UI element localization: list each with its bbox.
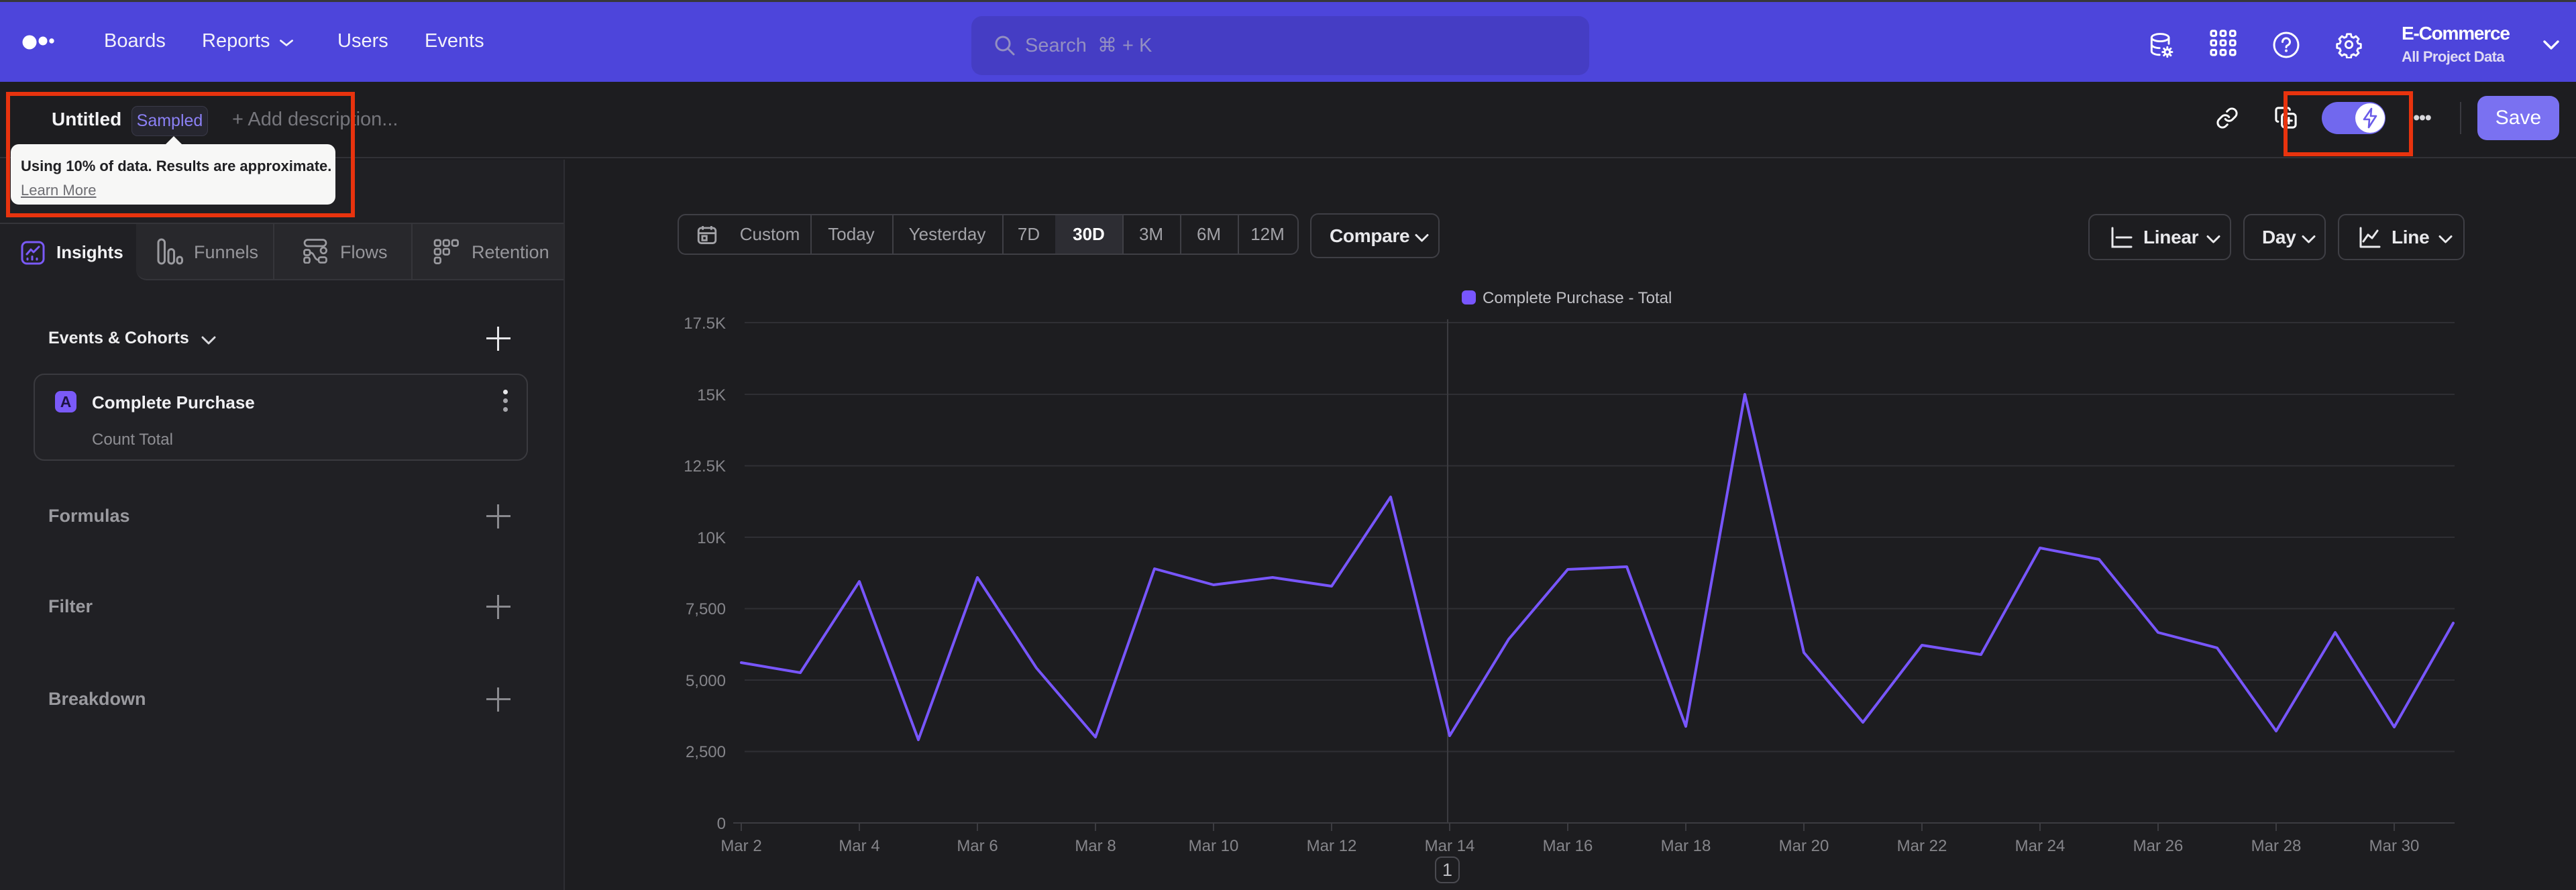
svg-text:Mar 2: Mar 2 xyxy=(720,837,761,855)
svg-text:Mar 14: Mar 14 xyxy=(1425,837,1475,855)
svg-text:7,500: 7,500 xyxy=(686,600,726,618)
svg-text:Mar 20: Mar 20 xyxy=(1779,837,1829,855)
svg-text:Mar 22: Mar 22 xyxy=(1897,837,1947,855)
svg-text:Mar 26: Mar 26 xyxy=(2133,837,2184,855)
svg-text:10K: 10K xyxy=(697,529,726,547)
svg-text:0: 0 xyxy=(717,815,726,833)
svg-text:Mar 12: Mar 12 xyxy=(1307,837,1357,855)
svg-text:Mar 6: Mar 6 xyxy=(957,837,998,855)
svg-text:Mar 8: Mar 8 xyxy=(1075,837,1116,855)
svg-text:Mar 28: Mar 28 xyxy=(2251,837,2302,855)
svg-text:5,000: 5,000 xyxy=(686,672,726,690)
svg-text:Mar 10: Mar 10 xyxy=(1189,837,1239,855)
svg-text:Mar 18: Mar 18 xyxy=(1661,837,1711,855)
svg-text:2,500: 2,500 xyxy=(686,743,726,761)
svg-text:Mar 4: Mar 4 xyxy=(839,837,879,855)
svg-text:15K: 15K xyxy=(697,386,726,404)
svg-text:Mar 16: Mar 16 xyxy=(1543,837,1593,855)
svg-text:Mar 24: Mar 24 xyxy=(2015,837,2065,855)
svg-text:12.5K: 12.5K xyxy=(684,457,726,476)
svg-text:Mar 30: Mar 30 xyxy=(2369,837,2420,855)
svg-text:17.5K: 17.5K xyxy=(684,315,726,333)
